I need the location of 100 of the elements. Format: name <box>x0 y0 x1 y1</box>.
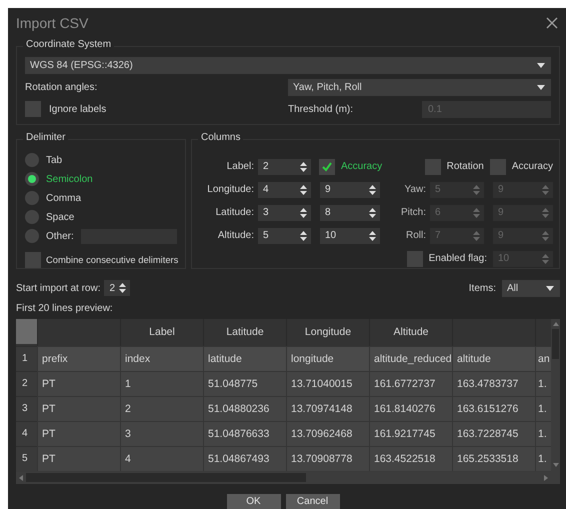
table-cell: 13.70908778 <box>286 446 369 471</box>
rotation-angles-label: Rotation angles: <box>25 82 98 93</box>
table-cell: altitude_reduced <box>369 346 452 371</box>
table-cell: 2 <box>120 396 203 421</box>
spin-arrows-icon <box>542 254 549 264</box>
spin-arrows-icon <box>473 208 480 218</box>
table-cell: 3 <box>120 420 203 446</box>
table-cell: 161.9217745 <box>369 420 452 446</box>
table-cell: 1. <box>535 396 551 421</box>
table-cell: 1 <box>120 370 203 396</box>
spin-box[interactable]: 9 <box>320 182 380 198</box>
radio-button[interactable] <box>25 191 39 206</box>
table-cell: 163.6151276 <box>452 396 535 421</box>
table-cell: 161.6772737 <box>369 370 452 396</box>
spin-arrows-icon <box>300 184 307 195</box>
table-cell: 163.7228745 <box>452 420 535 446</box>
scroll-left-icon[interactable] <box>19 474 23 481</box>
rotation-angles-dropdown[interactable]: Yaw, Pitch, Roll <box>288 78 551 96</box>
table-cell: 4 <box>120 446 203 471</box>
enabled-flag-label: Enabled flag: <box>428 253 487 264</box>
column-label: Pitch: <box>400 207 426 218</box>
radio-label: Other: <box>46 230 74 242</box>
accuracy-checkbox[interactable] <box>319 158 335 175</box>
combine-delimiters-label: Combine consecutive delimiters <box>46 254 178 266</box>
horizontal-scrollbar[interactable] <box>16 472 551 484</box>
table-cell: 13.70974148 <box>286 396 369 421</box>
column-label: Roll: <box>404 230 426 242</box>
table-cell: 163.4522518 <box>369 446 452 471</box>
spin-arrows-icon <box>473 184 480 195</box>
scroll-thumb[interactable] <box>552 328 559 359</box>
spin-arrows-icon <box>300 162 307 172</box>
spin-box[interactable]: 5 <box>258 228 311 244</box>
table-cell: altitude <box>452 346 535 371</box>
caret-icon <box>537 84 545 90</box>
spin-arrows-icon <box>369 230 376 241</box>
column-label: Yaw: <box>404 184 426 196</box>
spin-arrows-icon <box>369 208 376 218</box>
spin-arrows-icon <box>300 208 307 218</box>
spin-box[interactable]: 8 <box>320 204 380 221</box>
ignore-labels-label: Ignore labels <box>49 104 106 115</box>
table-cell: 51.04867493 <box>203 446 286 471</box>
ok-button[interactable]: OK <box>226 494 280 509</box>
combine-delimiters-checkbox[interactable] <box>25 252 41 268</box>
corner-cell <box>16 318 37 344</box>
group-title: Columns <box>198 132 244 143</box>
rotation-label: Rotation <box>446 161 484 172</box>
table-cell: 13.70962468 <box>286 420 369 446</box>
radio-label: Comma <box>46 192 82 204</box>
table-cell: 163.4783737 <box>452 370 535 396</box>
table-cell: PT <box>37 396 120 421</box>
items-dropdown[interactable]: All <box>502 280 560 297</box>
radio-label: Tab <box>46 154 62 166</box>
enabled-flag-checkbox[interactable] <box>406 250 423 267</box>
group-title: Delimiter <box>23 132 68 143</box>
coordinate-system-dropdown[interactable]: WGS 84 (EPSG::4326) <box>25 56 551 74</box>
radio-button[interactable] <box>25 172 39 186</box>
table-cell: latitude <box>203 346 286 371</box>
start-row-label: Start import at row: <box>16 282 100 294</box>
radio-label: Semicolon <box>46 174 93 185</box>
column-label: Latitude: <box>214 207 254 218</box>
table-cell: PT <box>37 446 120 471</box>
group-title: Coordinate System <box>23 38 114 50</box>
radio-button[interactable] <box>25 153 39 168</box>
radio-label: Space <box>46 212 74 223</box>
spin-arrows-icon <box>542 208 549 218</box>
table-cell: 51.048775 <box>203 370 286 396</box>
preview-label: First 20 lines preview: <box>16 303 114 315</box>
close-icon[interactable] <box>546 16 558 29</box>
table-cell: 165.2533518 <box>452 446 535 471</box>
spin-box[interactable]: 2 <box>258 158 311 175</box>
accuracy-checkbox[interactable] <box>490 158 506 175</box>
spin-box[interactable]: 3 <box>258 204 311 221</box>
column-label: Label: <box>226 161 254 172</box>
table-cell: 161.8140276 <box>369 396 452 421</box>
spin-arrows-icon <box>542 230 549 241</box>
cancel-button[interactable]: Cancel <box>286 494 340 509</box>
table-cell: prefix <box>37 346 120 371</box>
table-cell: PT <box>37 420 120 446</box>
scroll-right-icon[interactable] <box>544 474 548 481</box>
scroll-down-icon[interactable] <box>552 463 558 467</box>
radio-button[interactable] <box>25 229 39 244</box>
rotation-checkbox[interactable] <box>424 158 441 175</box>
spin-box[interactable]: 10 <box>320 228 380 244</box>
spin-arrows-icon <box>300 230 307 241</box>
spin-arrows-icon <box>119 283 126 294</box>
table-cell: index <box>120 346 203 371</box>
scroll-up-icon[interactable] <box>552 322 558 326</box>
table-cell: 1. <box>535 370 551 396</box>
window-title: Import CSV <box>16 14 88 31</box>
table-cell: 1. <box>535 420 551 446</box>
caret-icon <box>537 62 545 68</box>
accuracy-label: Accuracy <box>341 161 382 172</box>
column-label: Longitude: <box>206 184 254 196</box>
accuracy-label: Accuracy <box>512 161 553 172</box>
table-cell: PT <box>37 370 120 396</box>
spin-box[interactable]: 2 <box>104 280 130 296</box>
radio-button[interactable] <box>25 210 39 224</box>
spin-box[interactable]: 4 <box>258 182 311 198</box>
ignore-labels-checkbox[interactable] <box>25 101 41 118</box>
spin-arrows-icon <box>542 184 549 195</box>
